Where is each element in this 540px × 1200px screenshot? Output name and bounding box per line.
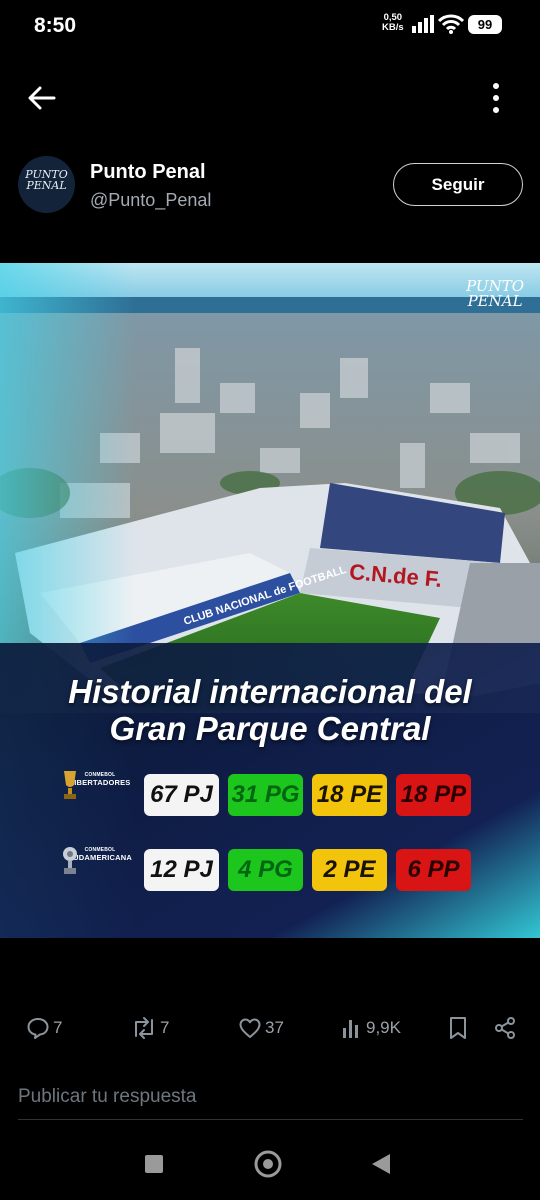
libertadores-logo: CONMEBOL LIBERTADORES: [60, 770, 140, 799]
headline-line2: Gran Parque Central: [109, 710, 431, 747]
avatar-logo: PUNTO PENAL: [18, 169, 75, 191]
bookmark-icon: [450, 1017, 466, 1039]
stats-row-libertadores: CONMEBOL LIBERTADORES 67 PJ 31 PG 18 PE …: [60, 770, 480, 820]
recents-icon[interactable]: [145, 1155, 163, 1173]
follow-button[interactable]: Seguir: [393, 163, 523, 206]
stat-pg: 4 PG: [228, 849, 303, 891]
stat-pp: 6 PP: [396, 849, 471, 891]
stat-pg: 31 PG: [228, 774, 303, 816]
sudamericana-trophy-icon: [63, 847, 77, 874]
headline-line1: Historial internacional del: [68, 673, 472, 710]
share-button[interactable]: [493, 1010, 517, 1046]
stadium-illustration: C.N.de F. CLUB NACIONAL de FOOTBALL: [0, 263, 540, 938]
reply-button[interactable]: 7: [26, 1010, 62, 1046]
libertadores-trophy-icon: [64, 771, 76, 799]
bookmark-button[interactable]: [447, 1010, 469, 1046]
image-headline: Historial internacional del Gran Parque …: [0, 673, 540, 747]
reply-icon: [27, 1018, 49, 1039]
views-count: 9,9K: [366, 1018, 401, 1037]
repost-icon: [135, 1017, 153, 1039]
brand-logo: PUNTO PENAL: [466, 279, 524, 309]
reply-count: 7: [53, 1018, 63, 1037]
back-nav-icon[interactable]: [372, 1154, 390, 1174]
stat-pe: 2 PE: [312, 849, 387, 891]
like-button[interactable]: 37: [238, 1010, 284, 1046]
post-actions: 7 7 37 9,9K: [0, 1010, 540, 1046]
network-speed: 0,50 KB/s: [382, 13, 404, 33]
views-chart-icon: [343, 1020, 358, 1038]
stats-row-sudamericana: CONMEBOL SUDAMERICANA 12 PJ 4 PG 2 PE 6 …: [60, 845, 480, 895]
profile-name[interactable]: Punto Penal: [90, 161, 206, 184]
stat-pj: 67 PJ: [144, 774, 219, 816]
profile-handle[interactable]: @Punto_Penal: [90, 190, 211, 211]
network-speed-unit: KB/s: [382, 22, 404, 33]
signal-icon: [412, 15, 434, 33]
heart-icon: [239, 1018, 261, 1038]
repost-count: 7: [160, 1018, 170, 1037]
system-nav-bar: [145, 1150, 390, 1178]
status-bar: 8:50 0,50 KB/s 99: [0, 0, 540, 52]
share-icon: [495, 1017, 515, 1039]
more-vertical-icon[interactable]: [484, 80, 508, 116]
stat-pj: 12 PJ: [144, 849, 219, 891]
avatar[interactable]: PUNTO PENAL: [18, 156, 75, 213]
repost-button[interactable]: 7: [131, 1010, 169, 1046]
arrow-left-icon[interactable]: [24, 80, 60, 116]
views-button[interactable]: 9,9K: [341, 1010, 401, 1046]
reply-composer: [18, 1082, 523, 1120]
stat-pe: 18 PE: [312, 774, 387, 816]
sudamericana-logo: CONMEBOL SUDAMERICANA: [60, 845, 140, 874]
post-image[interactable]: C.N.de F. CLUB NACIONAL de FOOTBALL PUNT…: [0, 263, 540, 938]
like-count: 37: [265, 1018, 284, 1037]
stat-pp: 18 PP: [396, 774, 471, 816]
reply-input[interactable]: [18, 1082, 523, 1112]
home-icon-dot: [263, 1159, 273, 1169]
battery-icon: 99: [468, 15, 502, 34]
wifi-icon: [438, 14, 464, 34]
brand-logo-line2: PENAL: [467, 292, 523, 310]
status-time: 8:50: [34, 14, 77, 37]
avatar-logo-line2: PENAL: [26, 179, 67, 192]
